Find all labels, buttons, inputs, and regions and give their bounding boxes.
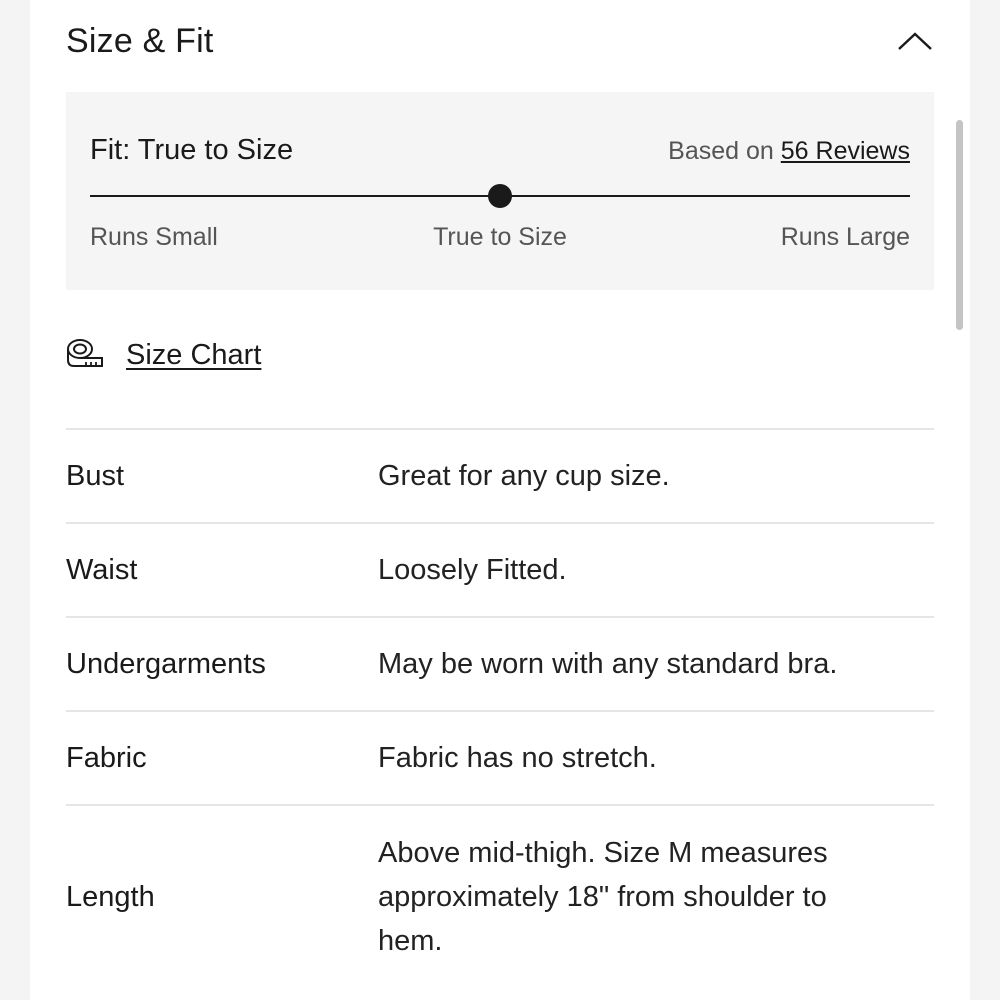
fit-summary: Fit: True to Size Based on 56 Reviews Ru…: [66, 92, 934, 290]
table-row: Length Above mid-thigh. Size M measures …: [66, 804, 934, 988]
fit-attributes-table: Bust Great for any cup size. Waist Loose…: [66, 428, 934, 988]
attribute-value: Loosely Fitted.: [378, 554, 567, 586]
fit-title: Fit: True to Size: [90, 134, 294, 166]
attribute-name: Length: [66, 880, 155, 913]
attribute-name: Undergarments: [66, 647, 266, 680]
size-chart-label: Size Chart: [126, 339, 262, 371]
attribute-value: Fabric has no stretch.: [378, 742, 657, 774]
attribute-name: Bust: [66, 459, 125, 492]
scale-label-runs-small: Runs Small: [90, 223, 218, 251]
fit-scale-track: [90, 184, 910, 208]
fit-indicator: [488, 184, 512, 208]
attribute-value: Great for any cup size.: [378, 460, 670, 492]
attribute-value: May be worn with any standard bra.: [378, 648, 838, 680]
table-row: Waist Loosely Fitted.: [66, 522, 934, 616]
reviews-link[interactable]: 56 Reviews: [781, 137, 910, 165]
scale-label-true-to-size: True to Size: [433, 223, 567, 251]
reviews-prefix: Based on: [668, 137, 774, 165]
table-row: Undergarments May be worn with any stand…: [66, 616, 934, 710]
measuring-tape-icon: [66, 338, 104, 373]
size-chart-link[interactable]: Size Chart: [66, 338, 261, 373]
section-title: Size & Fit: [66, 21, 214, 60]
chevron-up-icon[interactable]: [896, 28, 934, 54]
reviews-count: Based on 56 Reviews: [668, 137, 910, 166]
scale-label-runs-large: Runs Large: [780, 223, 910, 251]
attribute-value: Above mid-thigh. Size M measures approxi…: [378, 837, 828, 957]
attribute-name: Fabric: [66, 741, 147, 774]
table-row: Bust Great for any cup size.: [66, 428, 934, 522]
scrollbar[interactable]: [956, 120, 963, 330]
table-row: Fabric Fabric has no stretch.: [66, 710, 934, 804]
size-fit-header[interactable]: Size & Fit: [66, 0, 934, 82]
attribute-name: Waist: [66, 553, 138, 586]
